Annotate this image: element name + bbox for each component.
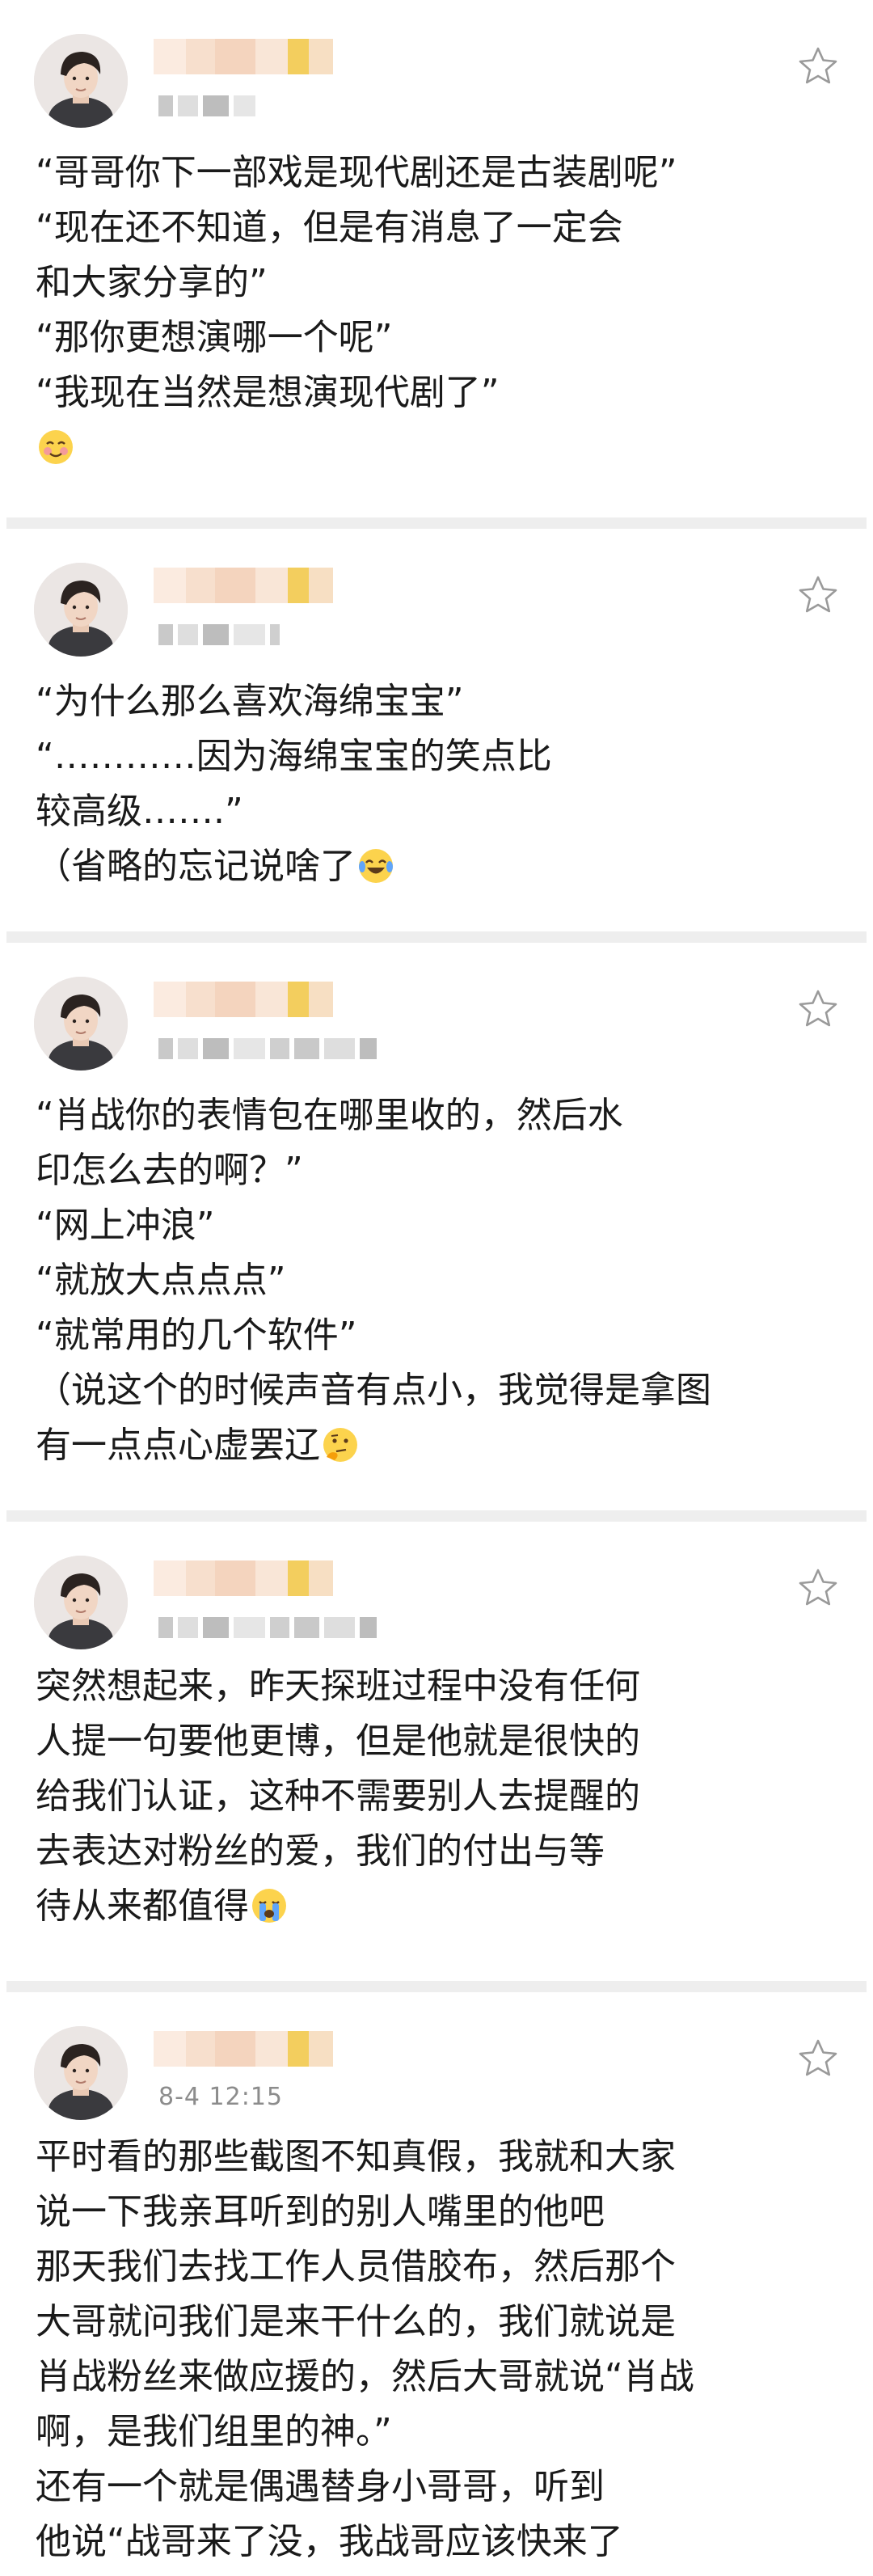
comment-line: 待从来都值得 [36, 1879, 844, 1934]
card-divider [6, 1981, 867, 1992]
comment-body: “哥哥你下一部戏是现代剧还是古装剧呢” “现在还不知道，但是有消息了一定会 和大… [36, 146, 844, 475]
comment-line: （省略的忘记说啥了 [36, 839, 844, 894]
star-outline-icon[interactable] [797, 988, 839, 1030]
loudly-crying-emoji [251, 1886, 288, 1923]
emoji-line [36, 420, 844, 475]
comment-line: “现在还不知道，但是有消息了一定会 [36, 207, 623, 248]
comment-line: 说一下我亲耳听到的别人嘴里的他吧 [36, 2191, 605, 2232]
comment-line: 突然想起来，昨天探班过程中没有任何 [36, 1666, 640, 1707]
blushing-face-emoji [37, 427, 74, 464]
comment-line: 啊，是我们组里的神。” [36, 2411, 392, 2452]
comment-line: “为什么那么喜欢海绵宝宝” [36, 681, 464, 722]
star-outline-icon[interactable] [797, 2038, 839, 2080]
user-avatar[interactable] [34, 563, 128, 657]
comment-line: “就放大点点点” [36, 1260, 286, 1301]
comment-card[interactable]: “肖战你的表情包在哪里收的，然后水 印怎么去的啊？” “网上冲浪” “就放大点点… [0, 943, 873, 1510]
comment-feed: “哥哥你下一部戏是现代剧还是古装剧呢” “现在还不知道，但是有消息了一定会 和大… [0, 0, 873, 2576]
comment-line: 肖战粉丝来做应援的，然后大哥就说“肖战 [36, 2356, 694, 2397]
user-avatar[interactable] [34, 977, 128, 1071]
user-avatar[interactable] [34, 2026, 128, 2120]
comment-line: 有一点点心虚罢辽 [36, 1418, 844, 1473]
comment-line: 大哥就问我们是来干什么的，我们就说是 [36, 2301, 676, 2342]
comment-line: 那天我们去找工作人员借胶布，然后那个 [36, 2246, 676, 2287]
comment-line: “我现在当然是想演现代剧了” [36, 372, 500, 413]
card-divider [6, 517, 867, 529]
comment-card[interactable]: 突然想起来，昨天探班过程中没有任何 人提一句要他更博，但是他就是很快的 给我们认… [0, 1522, 873, 1981]
comment-line: （说这个的时候声音有点小，我觉得是拿图 [36, 1370, 711, 1411]
comment-line: “肖战你的表情包在哪里收的，然后水 [36, 1095, 623, 1136]
comment-line: 和大家分享的” [36, 262, 268, 303]
blurred-timestamp [158, 95, 255, 116]
blurred-username[interactable] [154, 1560, 356, 1596]
star-outline-icon[interactable] [797, 574, 839, 616]
comment-card[interactable]: “哥哥你下一部戏是现代剧还是古装剧呢” “现在还不知道，但是有消息了一定会 和大… [0, 0, 873, 517]
blurred-timestamp [158, 624, 280, 645]
comment-line: 还有一个就是偶遇替身小哥哥，听到 [36, 2466, 605, 2507]
blurred-username[interactable] [154, 568, 356, 603]
comment-line: “就常用的几个软件” [36, 1315, 357, 1356]
comment-line: 给我们认证，这种不需要别人去提醒的 [36, 1776, 640, 1817]
comment-line: “网上冲浪” [36, 1205, 215, 1246]
comment-line: “…………因为海绵宝宝的笑点比 [36, 736, 552, 777]
card-divider [6, 1510, 867, 1522]
user-avatar[interactable] [34, 1556, 128, 1649]
card-divider [6, 931, 867, 943]
blurred-username[interactable] [154, 982, 356, 1017]
comment-line-text: 有一点点心虚罢辽 [36, 1425, 320, 1466]
comment-body: “为什么那么喜欢海绵宝宝” “…………因为海绵宝宝的笑点比 较高级…….” （省… [36, 674, 844, 894]
star-outline-icon[interactable] [797, 45, 839, 87]
comment-timestamp: 8-4 12:15 [158, 2083, 283, 2111]
laughing-crying-emoji [357, 846, 394, 883]
star-outline-icon[interactable] [797, 1567, 839, 1609]
blurred-username[interactable] [154, 39, 356, 74]
comment-line: 较高级…….” [36, 791, 243, 832]
comment-card[interactable]: “为什么那么喜欢海绵宝宝” “…………因为海绵宝宝的笑点比 较高级…….” （省… [0, 529, 873, 931]
comment-line: “哥哥你下一部戏是现代剧还是古装剧呢” [36, 152, 677, 193]
comment-line: 平时看的那些截图不知真假，我就和大家 [36, 2136, 676, 2177]
user-avatar[interactable] [34, 34, 128, 128]
comment-line: 印怎么去的啊？” [36, 1150, 303, 1191]
comment-line: 人提一句要他更博，但是他就是很快的 [36, 1721, 640, 1762]
blurred-timestamp [158, 1038, 377, 1059]
comment-line-text: 待从来都值得 [36, 1886, 249, 1927]
comment-line: 去表达对粉丝的爱，我们的付出与等 [36, 1831, 605, 1872]
comment-line: 他说“战哥来了没，我战哥应该快来了 [36, 2521, 623, 2562]
comment-body: “肖战你的表情包在哪里收的，然后水 印怎么去的啊？” “网上冲浪” “就放大点点… [36, 1088, 844, 1473]
comment-body: 平时看的那些截图不知真假，我就和大家 说一下我亲耳听到的别人嘴里的他吧 那天我们… [36, 2130, 844, 2570]
comment-line: “那你更想演哪一个呢” [36, 317, 393, 358]
comment-card[interactable]: 8-4 12:15 平时看的那些截图不知真假，我就和大家 说一下我亲耳听到的别人… [0, 1992, 873, 2576]
blurred-username[interactable] [154, 2031, 356, 2067]
thinking-face-emoji [322, 1425, 359, 1462]
comment-line-text: （省略的忘记说啥了 [36, 846, 356, 887]
comment-body: 突然想起来，昨天探班过程中没有任何 人提一句要他更博，但是他就是很快的 给我们认… [36, 1659, 844, 1934]
blurred-timestamp [158, 1617, 377, 1638]
